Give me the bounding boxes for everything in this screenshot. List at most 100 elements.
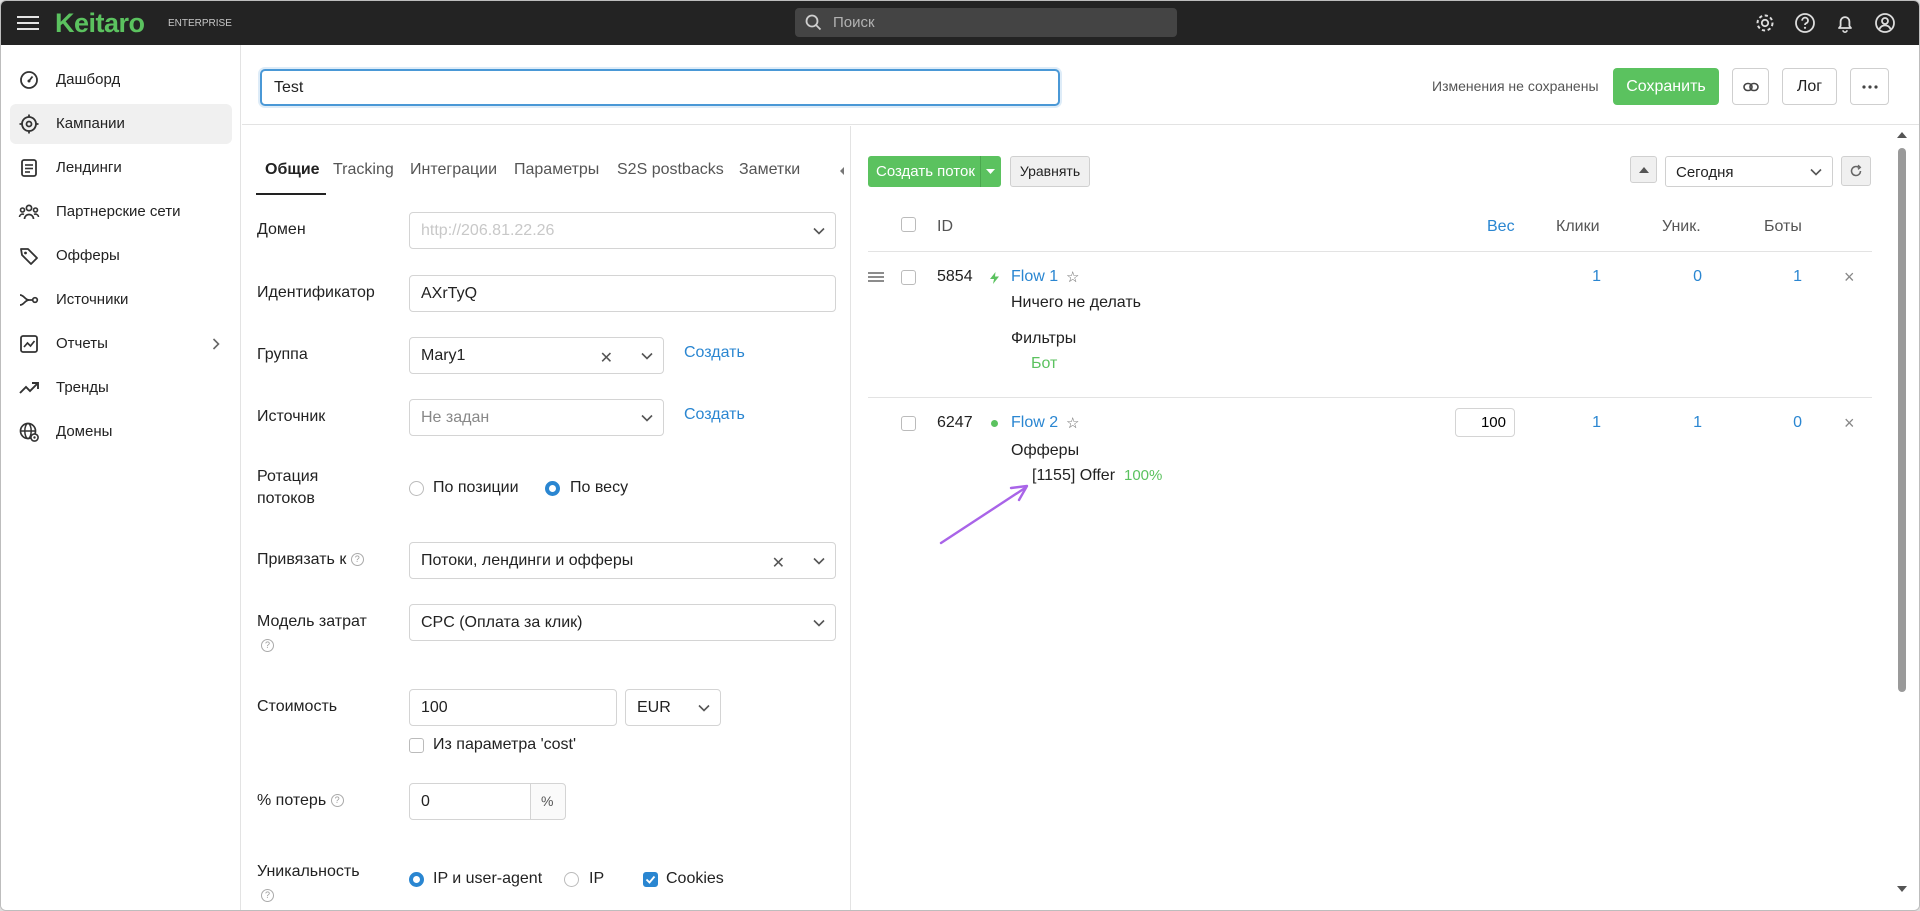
row-checkbox[interactable] [901, 270, 916, 285]
scrollbar-thumb[interactable] [1898, 148, 1906, 692]
sidebar-item-offers[interactable]: Офферы [10, 236, 232, 276]
checkmark-icon [645, 875, 656, 884]
scroll-down-icon[interactable] [1897, 886, 1907, 892]
log-button[interactable]: Лог [1782, 68, 1837, 105]
rotation-position-radio[interactable] [409, 481, 424, 496]
sidebar-item-dashboard[interactable]: Дашборд [10, 60, 232, 100]
scroll-up-icon[interactable] [1897, 132, 1907, 138]
source-select[interactable]: Не задан [409, 399, 664, 436]
drag-handle-icon[interactable] [868, 272, 884, 282]
help-icon[interactable]: ? [330, 794, 344, 808]
flow-bots[interactable]: 1 [1762, 268, 1802, 286]
star-icon[interactable]: ☆ [1066, 268, 1079, 286]
tab-notes[interactable]: Заметки [739, 161, 800, 179]
tab-s2s-postbacks[interactable]: S2S postbacks [617, 161, 724, 179]
help-icon[interactable] [1794, 12, 1816, 34]
unique-cookies-checkbox[interactable] [643, 872, 658, 887]
tab-general[interactable]: Общие [265, 161, 320, 179]
sidebar-item-landings[interactable]: Лендинги [10, 148, 232, 188]
sidebar-item-domains[interactable]: Домены [10, 412, 232, 452]
source-label: Источник [257, 408, 326, 425]
bell-icon[interactable] [1834, 12, 1856, 34]
sidebar-item-sources[interactable]: Источники [10, 280, 232, 320]
create-group-link[interactable]: Создать [684, 344, 745, 362]
column-unique[interactable]: Уник. [1662, 218, 1701, 236]
sidebar-item-trends[interactable]: Тренды [10, 368, 232, 408]
unique-ip-ua-radio[interactable] [409, 872, 424, 887]
more-button[interactable] [1850, 68, 1889, 105]
flow-unique[interactable]: 0 [1662, 268, 1702, 286]
sidebar-item-label: Источники [56, 291, 129, 308]
identifier-input[interactable]: AXrTyQ [409, 275, 836, 312]
delete-flow-icon[interactable]: × [1844, 413, 1855, 434]
chevron-down-icon [641, 352, 653, 360]
column-clicks[interactable]: Клики [1556, 218, 1600, 236]
flow-id: 6247 [937, 414, 973, 431]
help-icon[interactable]: ? [261, 889, 274, 902]
cost-value: 100 [421, 699, 448, 716]
identifier-value: AXrTyQ [421, 285, 478, 302]
delete-flow-icon[interactable]: × [1844, 267, 1855, 288]
flow-name-link[interactable]: Flow 2 [1011, 414, 1058, 432]
caret-down-icon[interactable] [986, 169, 995, 174]
cost-label: Стоимость [257, 698, 338, 715]
flow-weight-input[interactable] [1455, 408, 1515, 437]
star-icon[interactable]: ☆ [1066, 414, 1079, 432]
clear-icon[interactable]: ✕ [600, 348, 613, 368]
column-id[interactable]: ID [937, 218, 953, 236]
vertical-scrollbar[interactable] [1895, 126, 1909, 910]
bind-select[interactable]: Потоки, лендинги и офферы ✕ [409, 542, 836, 579]
date-range-select[interactable]: Сегодня [1665, 156, 1833, 187]
menu-icon[interactable] [17, 12, 39, 34]
cost-param-checkbox[interactable] [409, 738, 424, 753]
save-button[interactable]: Сохранить [1613, 68, 1719, 105]
tab-tracking[interactable]: Tracking [333, 161, 394, 179]
create-flow-label: Создать поток [876, 163, 975, 180]
help-icon[interactable]: ? [261, 639, 274, 652]
gear-icon[interactable] [1754, 12, 1776, 34]
tab-integrations[interactable]: Интеграции [410, 161, 497, 179]
loss-input[interactable]: 0 [409, 783, 531, 820]
campaign-name-input[interactable] [260, 69, 1060, 106]
refresh-button[interactable] [1841, 156, 1871, 186]
brand-logo[interactable]: Keitaro [55, 8, 145, 39]
row-checkbox[interactable] [901, 416, 916, 431]
chevron-left-icon[interactable] [839, 166, 845, 176]
unique-ip-radio[interactable] [564, 872, 579, 887]
rotation-weight-radio[interactable] [545, 481, 560, 496]
bind-label: Привязать к ? [257, 549, 364, 571]
flow-action: Ничего не делать [1011, 294, 1141, 311]
column-weight[interactable]: Вес [1487, 218, 1515, 236]
flow-name-link[interactable]: Flow 1 [1011, 268, 1058, 286]
search-input[interactable] [833, 8, 1163, 37]
help-icon[interactable]: ? [350, 553, 364, 567]
create-source-link[interactable]: Создать [684, 406, 745, 424]
flow-bots[interactable]: 0 [1762, 414, 1802, 432]
date-range-value: Сегодня [1676, 164, 1734, 181]
flow-clicks[interactable]: 1 [1561, 268, 1601, 286]
select-all-checkbox[interactable] [901, 217, 916, 232]
sidebar-item-affiliate-networks[interactable]: Партнерские сети [10, 192, 232, 232]
user-icon[interactable] [1874, 12, 1896, 34]
loss-label: % потерь ? [257, 790, 344, 812]
clear-icon[interactable]: ✕ [772, 553, 785, 573]
domain-select[interactable]: http://206.81.22.26 [409, 212, 836, 249]
create-flow-button[interactable]: Создать поток [868, 156, 1001, 187]
column-bots[interactable]: Боты [1764, 218, 1802, 236]
search-box[interactable] [795, 8, 1177, 37]
link-button[interactable] [1732, 68, 1769, 105]
tab-parameters[interactable]: Параметры [514, 161, 599, 179]
collapse-button[interactable] [1630, 156, 1657, 183]
currency-select[interactable]: EUR [625, 689, 721, 726]
chevron-right-icon [212, 338, 220, 350]
flow-clicks[interactable]: 1 [1561, 414, 1601, 432]
align-weights-button[interactable]: Уравнять [1010, 156, 1090, 187]
cost-model-value: CPC (Оплата за клик) [421, 614, 583, 631]
cost-input[interactable]: 100 [409, 689, 617, 726]
cost-model-select[interactable]: CPC (Оплата за клик) [409, 604, 836, 641]
flow-unique[interactable]: 1 [1662, 414, 1702, 432]
group-select[interactable]: Mary1 ✕ [409, 337, 664, 374]
rotation-label: Ротация [257, 468, 319, 485]
sidebar-item-reports[interactable]: Отчеты [10, 324, 232, 364]
sidebar-item-campaigns[interactable]: Кампании [10, 104, 232, 144]
